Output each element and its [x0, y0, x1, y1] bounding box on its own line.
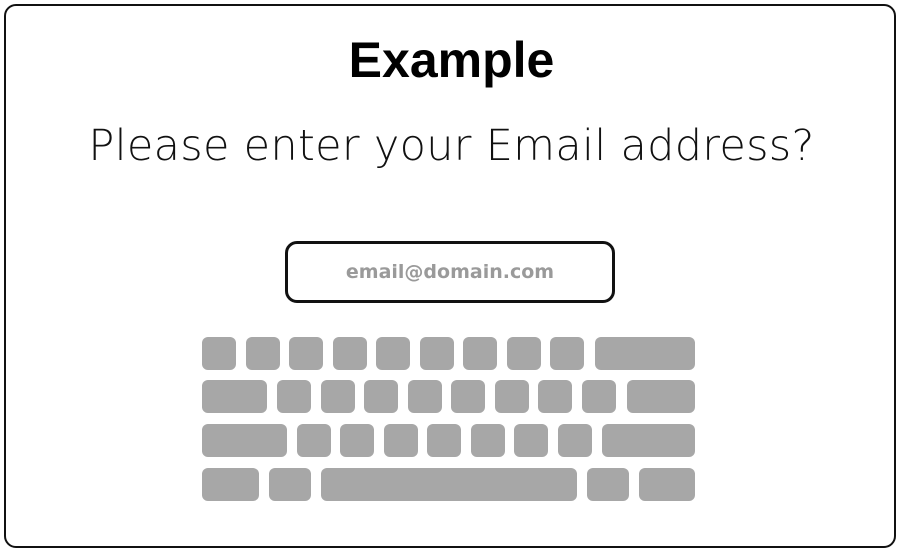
keyboard-shift-key[interactable]: [602, 424, 695, 457]
keyboard-key[interactable]: [538, 380, 572, 413]
keyboard-key[interactable]: [277, 380, 311, 413]
keyboard-key[interactable]: [582, 380, 616, 413]
email-prompt: Please enter your Email address?: [88, 121, 815, 171]
keyboard-key[interactable]: [471, 424, 505, 457]
keyboard-space-key[interactable]: [321, 468, 577, 501]
keyboard-key[interactable]: [639, 468, 695, 501]
keyboard-key[interactable]: [587, 468, 629, 501]
keyboard-key[interactable]: [333, 337, 367, 370]
email-field[interactable]: [285, 241, 615, 303]
keyboard-key[interactable]: [507, 337, 541, 370]
page-title: Example: [348, 32, 555, 88]
keyboard-key[interactable]: [427, 424, 461, 457]
keyboard-key[interactable]: [340, 424, 374, 457]
keyboard-tab-key[interactable]: [202, 380, 267, 413]
keyboard-key[interactable]: [321, 380, 355, 413]
keyboard-key[interactable]: [202, 337, 236, 370]
keyboard-key[interactable]: [269, 468, 311, 501]
keyboard-key[interactable]: [420, 337, 454, 370]
keyboard-key[interactable]: [558, 424, 592, 457]
keyboard-key[interactable]: [376, 337, 410, 370]
keyboard-key[interactable]: [408, 380, 442, 413]
keyboard-backspace-key[interactable]: [595, 337, 695, 370]
keyboard-key[interactable]: [246, 337, 280, 370]
keyboard-key[interactable]: [297, 424, 331, 457]
keyboard-key[interactable]: [364, 380, 398, 413]
keyboard-key[interactable]: [550, 337, 584, 370]
keyboard-enter-key[interactable]: [627, 380, 695, 413]
keyboard-key[interactable]: [495, 380, 529, 413]
keyboard-key[interactable]: [514, 424, 548, 457]
keyboard-key[interactable]: [202, 468, 259, 501]
keyboard-key[interactable]: [384, 424, 418, 457]
keyboard-key[interactable]: [451, 380, 485, 413]
keyboard-key[interactable]: [463, 337, 497, 370]
keyboard-caps-key[interactable]: [202, 424, 287, 457]
keyboard-key[interactable]: [289, 337, 323, 370]
